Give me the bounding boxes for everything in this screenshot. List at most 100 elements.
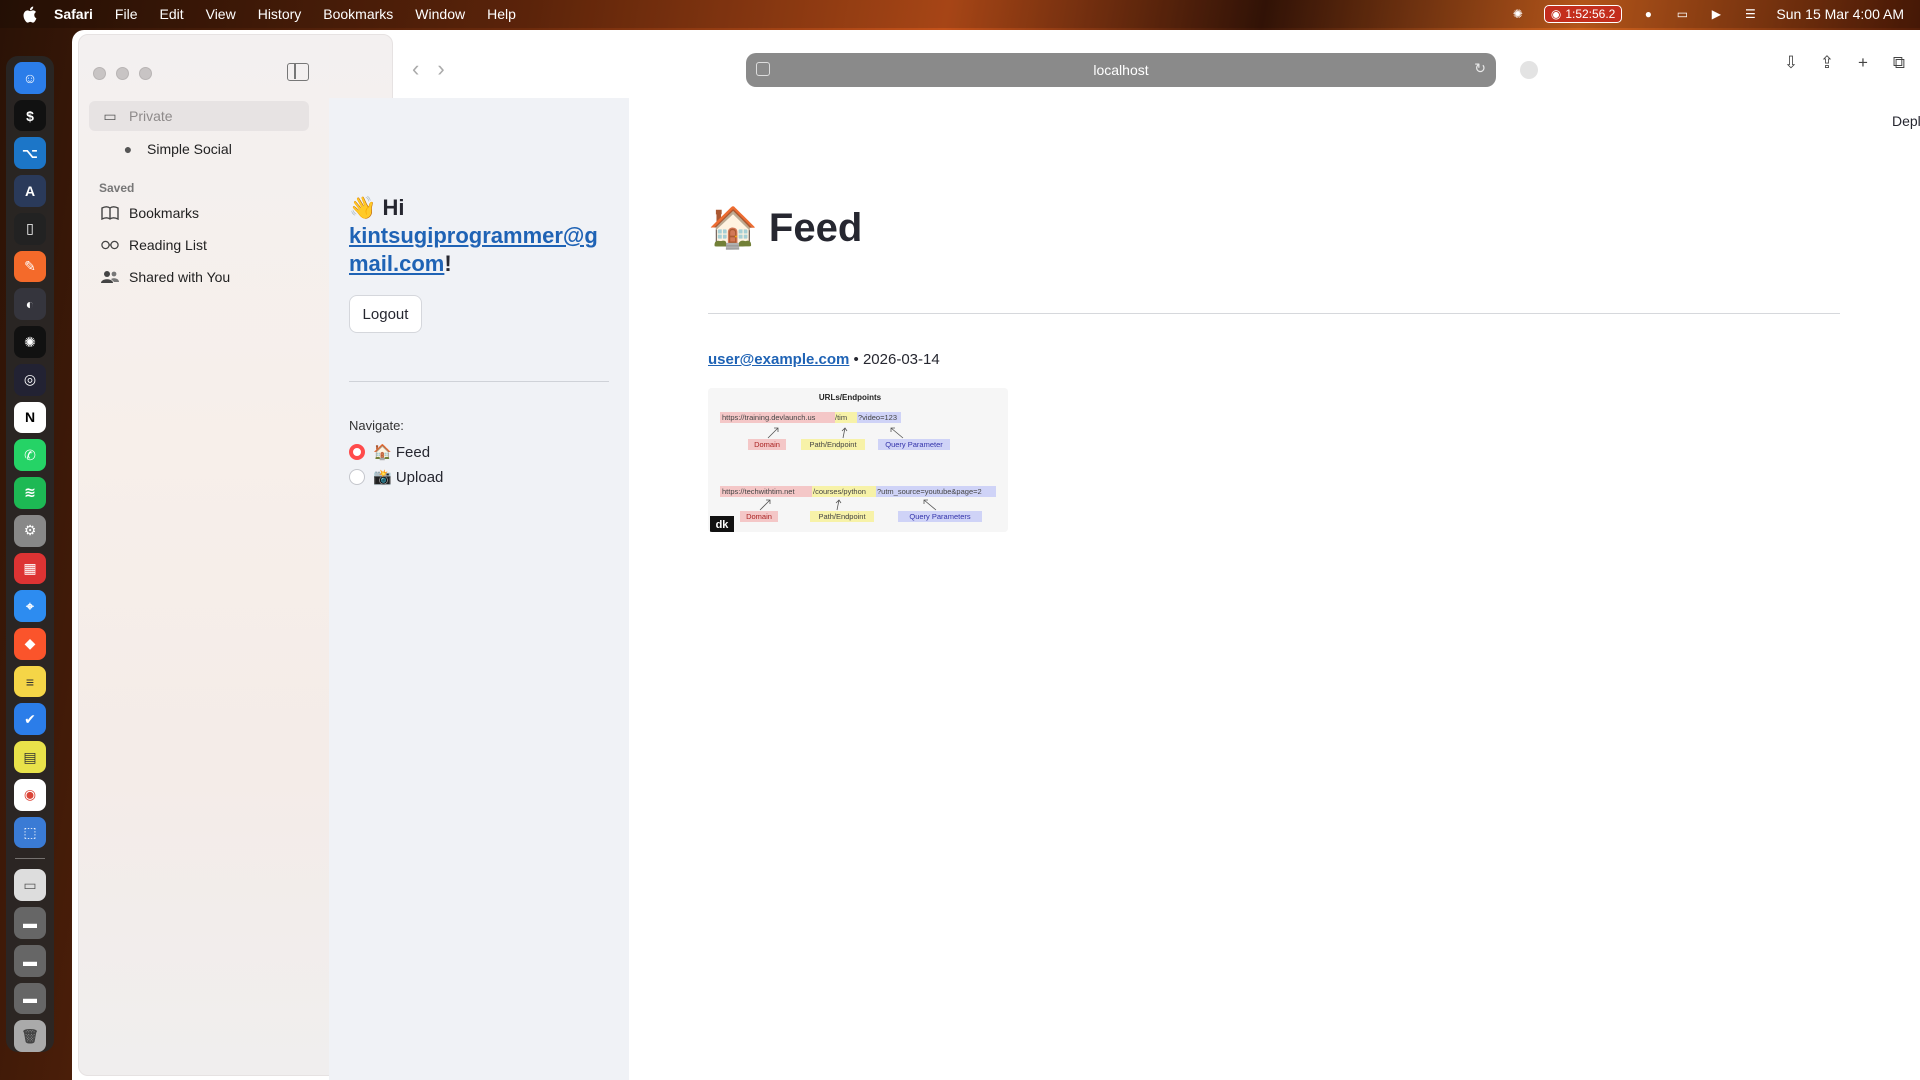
preview-icon[interactable]: ▭: [14, 869, 46, 902]
forward-icon[interactable]: ›: [437, 56, 444, 82]
sidebar-item-reading-list[interactable]: Reading List: [101, 237, 207, 253]
spotify-icon[interactable]: ≋: [14, 477, 46, 509]
xcode-icon[interactable]: A: [14, 175, 46, 207]
menu-file[interactable]: File: [115, 6, 138, 22]
openai-icon[interactable]: ✺: [1510, 6, 1526, 22]
post-author-link[interactable]: user@example.com: [708, 351, 849, 368]
vscode-icon[interactable]: ⌥: [14, 137, 46, 170]
tasks-icon[interactable]: ✔: [14, 703, 46, 736]
menu-bar: Safari File Edit View History Bookmarks …: [0, 0, 1920, 28]
app-status-icon[interactable]: ●: [1640, 6, 1656, 22]
page-title: 🏠 Feed: [708, 206, 863, 250]
sidebar-toggle-icon[interactable]: [287, 63, 309, 81]
play-icon[interactable]: ▶: [1708, 6, 1724, 22]
label-path-1: Path/Endpoint: [809, 440, 857, 449]
record-icon: ◉: [1550, 7, 1562, 21]
label-domain-1: Domain: [754, 440, 780, 449]
main-content: Deploy ⋮ 🏠 Feed user@example.com • 2026-…: [629, 98, 1920, 1080]
tab-label: Simple Social: [147, 141, 232, 157]
menu-history[interactable]: History: [258, 6, 302, 22]
apple-icon[interactable]: [20, 5, 38, 23]
battery-icon[interactable]: ▭: [1674, 6, 1690, 22]
timer-text: 1:52:56.2: [1565, 7, 1616, 21]
glasses-icon: [101, 237, 119, 253]
folder-icon[interactable]: ▬: [14, 982, 46, 1015]
minimize-window-button[interactable]: [116, 67, 129, 80]
private-label: Private: [129, 108, 173, 124]
reload-icon[interactable]: ↻: [1474, 60, 1486, 77]
nav-option-upload[interactable]: 📸 Upload: [349, 468, 443, 486]
chatgpt-icon[interactable]: ✺: [14, 326, 46, 358]
logout-button[interactable]: Logout: [349, 295, 422, 333]
corner-logo-text: dk: [716, 519, 730, 531]
stickies-icon[interactable]: ▤: [14, 741, 46, 773]
menu-view[interactable]: View: [206, 6, 236, 22]
page-menu-icon[interactable]: [756, 62, 770, 76]
radio-upload[interactable]: [349, 469, 365, 485]
greeting-prefix: 👋 Hi: [349, 195, 405, 220]
new-tab-icon[interactable]: +: [1854, 53, 1872, 72]
url1-query: ?video=123: [858, 413, 897, 422]
menu-help[interactable]: Help: [487, 6, 516, 22]
tab-overview-icon[interactable]: ⧉: [1890, 53, 1908, 72]
app-sidebar: 👋 Hi kintsugiprogrammer@gmail.com! Logou…: [329, 98, 629, 1080]
nav-option-feed[interactable]: 🏠 Feed: [349, 443, 430, 461]
brave-icon[interactable]: ◆: [14, 628, 46, 660]
menu-app-name[interactable]: Safari: [54, 6, 93, 22]
menu-edit[interactable]: Edit: [159, 6, 183, 22]
whatsapp-icon[interactable]: ✆: [14, 439, 46, 472]
dock: ☺ $ ⌥ A ▯ ✎ ◐ ✺ ◎ N ✆ ≋ ⚙ ▦ ⌖ ◆ ≡ ✔ ▤ ◉ …: [6, 56, 54, 1053]
deploy-button[interactable]: Deploy: [1892, 113, 1920, 129]
menu-window[interactable]: Window: [415, 6, 465, 22]
terminal-icon[interactable]: $: [14, 99, 46, 132]
sidebar-tab-simple-social[interactable]: ● Simple Social: [119, 141, 232, 157]
url2-query: ?utm_source=youtube&page=2: [877, 487, 982, 496]
nav-option-label: 🏠 Feed: [373, 444, 431, 461]
bookmarks-label: Bookmarks: [129, 205, 200, 221]
appstore-icon[interactable]: ⬚: [14, 816, 46, 849]
trash-icon[interactable]: 🗑: [14, 1020, 46, 1053]
finder-icon[interactable]: ☺: [14, 62, 46, 94]
folder-icon[interactable]: ▬: [14, 907, 46, 939]
privacy-shield-icon[interactable]: [1520, 61, 1538, 79]
label-path-2: Path/Endpoint: [818, 512, 866, 521]
safari-icon[interactable]: ⌖: [14, 590, 46, 623]
laptop-icon: ▭: [103, 107, 117, 124]
greeting: 👋 Hi kintsugiprogrammer@gmail.com!: [349, 194, 609, 278]
back-icon[interactable]: ‹: [412, 56, 419, 82]
people-icon: [101, 269, 119, 285]
notes-icon[interactable]: ≡: [14, 665, 46, 698]
menu-bookmarks[interactable]: Bookmarks: [323, 6, 393, 22]
downloads-icon[interactable]: ⇩: [1782, 53, 1800, 72]
reading-list-label: Reading List: [129, 237, 207, 253]
streamlit-favicon-icon: ●: [123, 141, 133, 157]
radio-feed[interactable]: [349, 444, 365, 460]
simulator-icon[interactable]: ▯: [14, 212, 46, 245]
chrome-icon[interactable]: ◉: [14, 778, 46, 811]
raccoon-app-icon[interactable]: ◐: [14, 288, 46, 321]
image-title: URLs/Endpoints: [819, 393, 882, 402]
post-meta: user@example.com • 2026-03-14: [708, 351, 940, 368]
timer-badge[interactable]: ◉ 1:52:56.2: [1543, 5, 1623, 23]
pen-tool-icon[interactable]: ✎: [14, 250, 46, 283]
sidebar-item-bookmarks[interactable]: Bookmarks: [101, 205, 199, 221]
system-settings-icon[interactable]: ⚙: [14, 514, 46, 547]
url-text: localhost: [1093, 62, 1149, 78]
share-icon[interactable]: ⇪: [1818, 53, 1836, 72]
book-icon: [101, 205, 119, 221]
user-email-link[interactable]: kintsugiprogrammer@gmail.com: [349, 223, 598, 276]
calendar-icon[interactable]: ▦: [14, 552, 46, 585]
greeting-suffix: !: [444, 251, 452, 276]
close-window-button[interactable]: [93, 67, 106, 80]
post-date: • 2026-03-14: [853, 351, 940, 368]
address-bar[interactable]: localhost ↻: [746, 53, 1496, 87]
folder-icon[interactable]: ▬: [14, 944, 46, 977]
private-tab-group[interactable]: ▭ Private: [89, 101, 309, 131]
control-center-icon[interactable]: ☰: [1742, 6, 1758, 22]
sidebar-item-shared-with-you[interactable]: Shared with You: [101, 269, 230, 285]
zoom-window-button[interactable]: [139, 67, 152, 80]
shared-label: Shared with You: [129, 269, 231, 285]
davinci-icon[interactable]: ◎: [14, 363, 46, 396]
notion-icon[interactable]: N: [14, 401, 46, 434]
clock[interactable]: Sun 15 Mar 4:00 AM: [1776, 6, 1904, 22]
